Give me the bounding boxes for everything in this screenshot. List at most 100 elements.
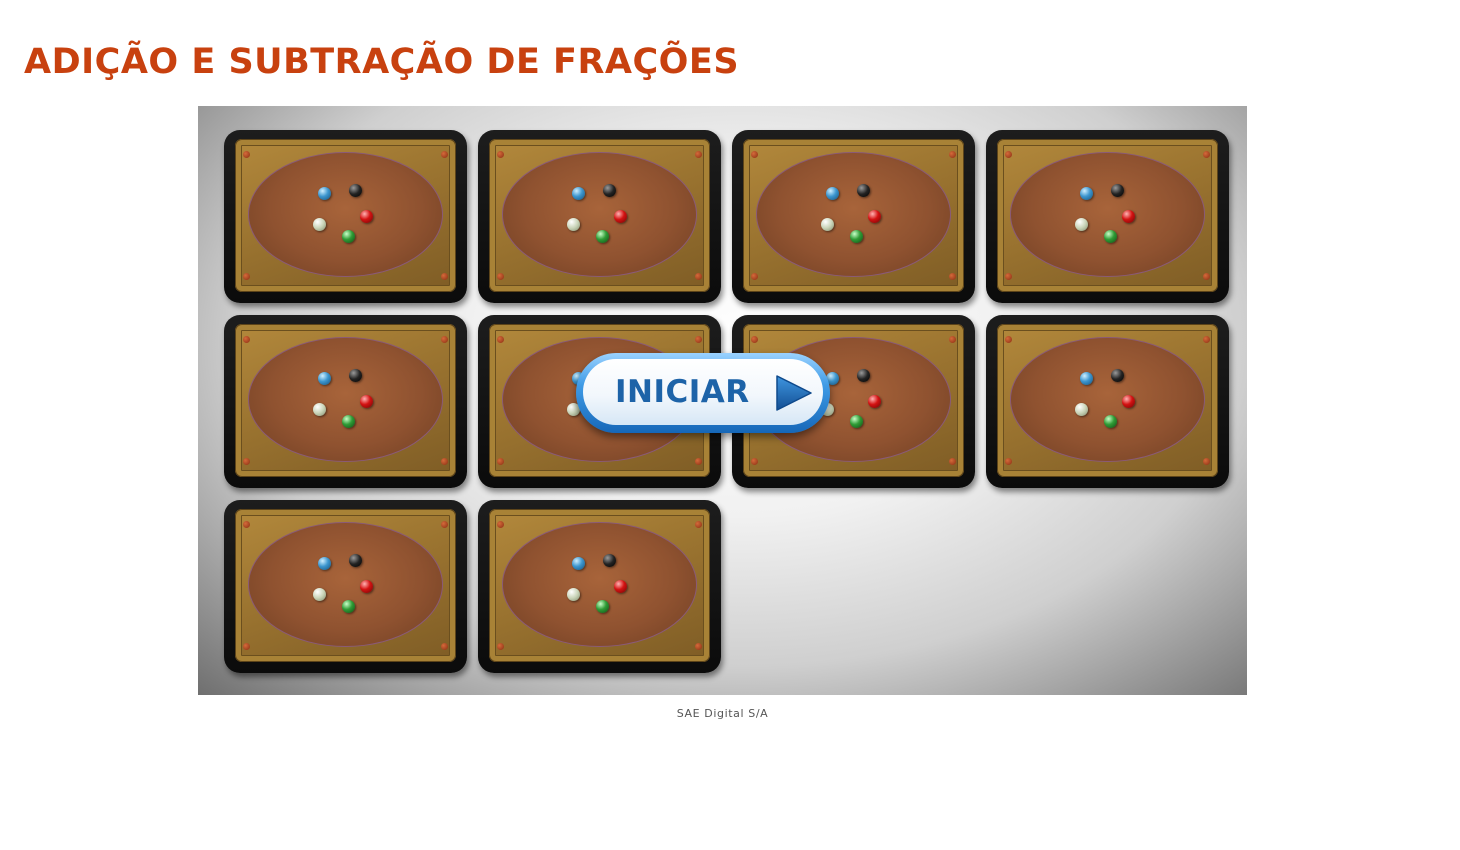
rivet-icon — [441, 521, 448, 528]
green-bead-icon — [850, 230, 863, 243]
red-bead-icon — [1122, 395, 1135, 408]
rivet-icon — [695, 521, 702, 528]
start-button[interactable]: INICIAR — [576, 353, 830, 433]
card-oval — [502, 522, 697, 647]
card-back — [997, 139, 1218, 292]
memory-card[interactable] — [224, 130, 467, 303]
black-bead-icon — [349, 184, 362, 197]
green-bead-icon — [596, 600, 609, 613]
rivet-icon — [751, 336, 758, 343]
blue-bead-icon — [1080, 372, 1093, 385]
memory-card[interactable] — [478, 130, 721, 303]
card-oval — [248, 522, 443, 647]
rivet-icon — [243, 643, 250, 650]
rivet-icon — [243, 273, 250, 280]
black-bead-icon — [857, 184, 870, 197]
green-bead-icon — [850, 415, 863, 428]
rivet-icon — [695, 643, 702, 650]
white-bead-icon — [567, 218, 580, 231]
red-bead-icon — [360, 395, 373, 408]
rivet-icon — [1005, 151, 1012, 158]
white-bead-icon — [567, 588, 580, 601]
card-back — [489, 509, 710, 662]
white-bead-icon — [313, 403, 326, 416]
memory-card[interactable] — [224, 500, 467, 673]
blue-bead-icon — [318, 557, 331, 570]
rivet-icon — [441, 336, 448, 343]
rivet-icon — [1203, 458, 1210, 465]
card-oval — [248, 337, 443, 462]
rivet-icon — [695, 458, 702, 465]
start-button-face: INICIAR — [583, 359, 823, 425]
rivet-icon — [751, 151, 758, 158]
page-title: ADIÇÃO E SUBTRAÇÃO DE FRAÇÕES — [24, 42, 740, 82]
blue-bead-icon — [826, 187, 839, 200]
green-bead-icon — [342, 600, 355, 613]
red-bead-icon — [614, 210, 627, 223]
red-bead-icon — [1122, 210, 1135, 223]
black-bead-icon — [857, 369, 870, 382]
green-bead-icon — [1104, 415, 1117, 428]
rivet-icon — [243, 521, 250, 528]
red-bead-icon — [614, 580, 627, 593]
blue-bead-icon — [572, 557, 585, 570]
card-back — [235, 509, 456, 662]
black-bead-icon — [1111, 184, 1124, 197]
blue-bead-icon — [318, 372, 331, 385]
card-oval — [1010, 152, 1205, 277]
memory-card[interactable] — [224, 315, 467, 488]
green-bead-icon — [1104, 230, 1117, 243]
rivet-icon — [497, 458, 504, 465]
card-back — [235, 324, 456, 477]
black-bead-icon — [603, 554, 616, 567]
rivet-icon — [695, 151, 702, 158]
red-bead-icon — [868, 210, 881, 223]
green-bead-icon — [596, 230, 609, 243]
red-bead-icon — [360, 580, 373, 593]
footer-credit: SAE Digital S/A — [676, 707, 769, 720]
rivet-icon — [1005, 273, 1012, 280]
rivet-icon — [497, 273, 504, 280]
rivet-icon — [497, 643, 504, 650]
white-bead-icon — [1075, 403, 1088, 416]
card-back — [489, 139, 710, 292]
rivet-icon — [949, 273, 956, 280]
play-triangle-icon — [776, 375, 812, 411]
rivet-icon — [1203, 273, 1210, 280]
rivet-icon — [1005, 458, 1012, 465]
start-button-label: INICIAR — [615, 374, 750, 410]
card-oval — [756, 152, 951, 277]
rivet-icon — [949, 151, 956, 158]
memory-card[interactable] — [732, 130, 975, 303]
black-bead-icon — [349, 554, 362, 567]
rivet-icon — [497, 336, 504, 343]
rivet-icon — [695, 273, 702, 280]
white-bead-icon — [313, 588, 326, 601]
white-bead-icon — [821, 218, 834, 231]
white-bead-icon — [313, 218, 326, 231]
card-back — [235, 139, 456, 292]
rivet-icon — [243, 336, 250, 343]
card-oval — [502, 152, 697, 277]
card-oval — [248, 152, 443, 277]
black-bead-icon — [1111, 369, 1124, 382]
card-back — [743, 139, 964, 292]
rivet-icon — [497, 151, 504, 158]
rivet-icon — [1005, 336, 1012, 343]
blue-bead-icon — [1080, 187, 1093, 200]
blue-bead-icon — [572, 187, 585, 200]
memory-card[interactable] — [478, 500, 721, 673]
rivet-icon — [243, 151, 250, 158]
rivet-icon — [441, 643, 448, 650]
memory-card[interactable] — [986, 315, 1229, 488]
memory-card[interactable] — [986, 130, 1229, 303]
green-bead-icon — [342, 230, 355, 243]
rivet-icon — [695, 336, 702, 343]
blue-bead-icon — [318, 187, 331, 200]
rivet-icon — [441, 458, 448, 465]
rivet-icon — [949, 336, 956, 343]
card-oval — [1010, 337, 1205, 462]
rivet-icon — [751, 458, 758, 465]
white-bead-icon — [1075, 218, 1088, 231]
red-bead-icon — [868, 395, 881, 408]
